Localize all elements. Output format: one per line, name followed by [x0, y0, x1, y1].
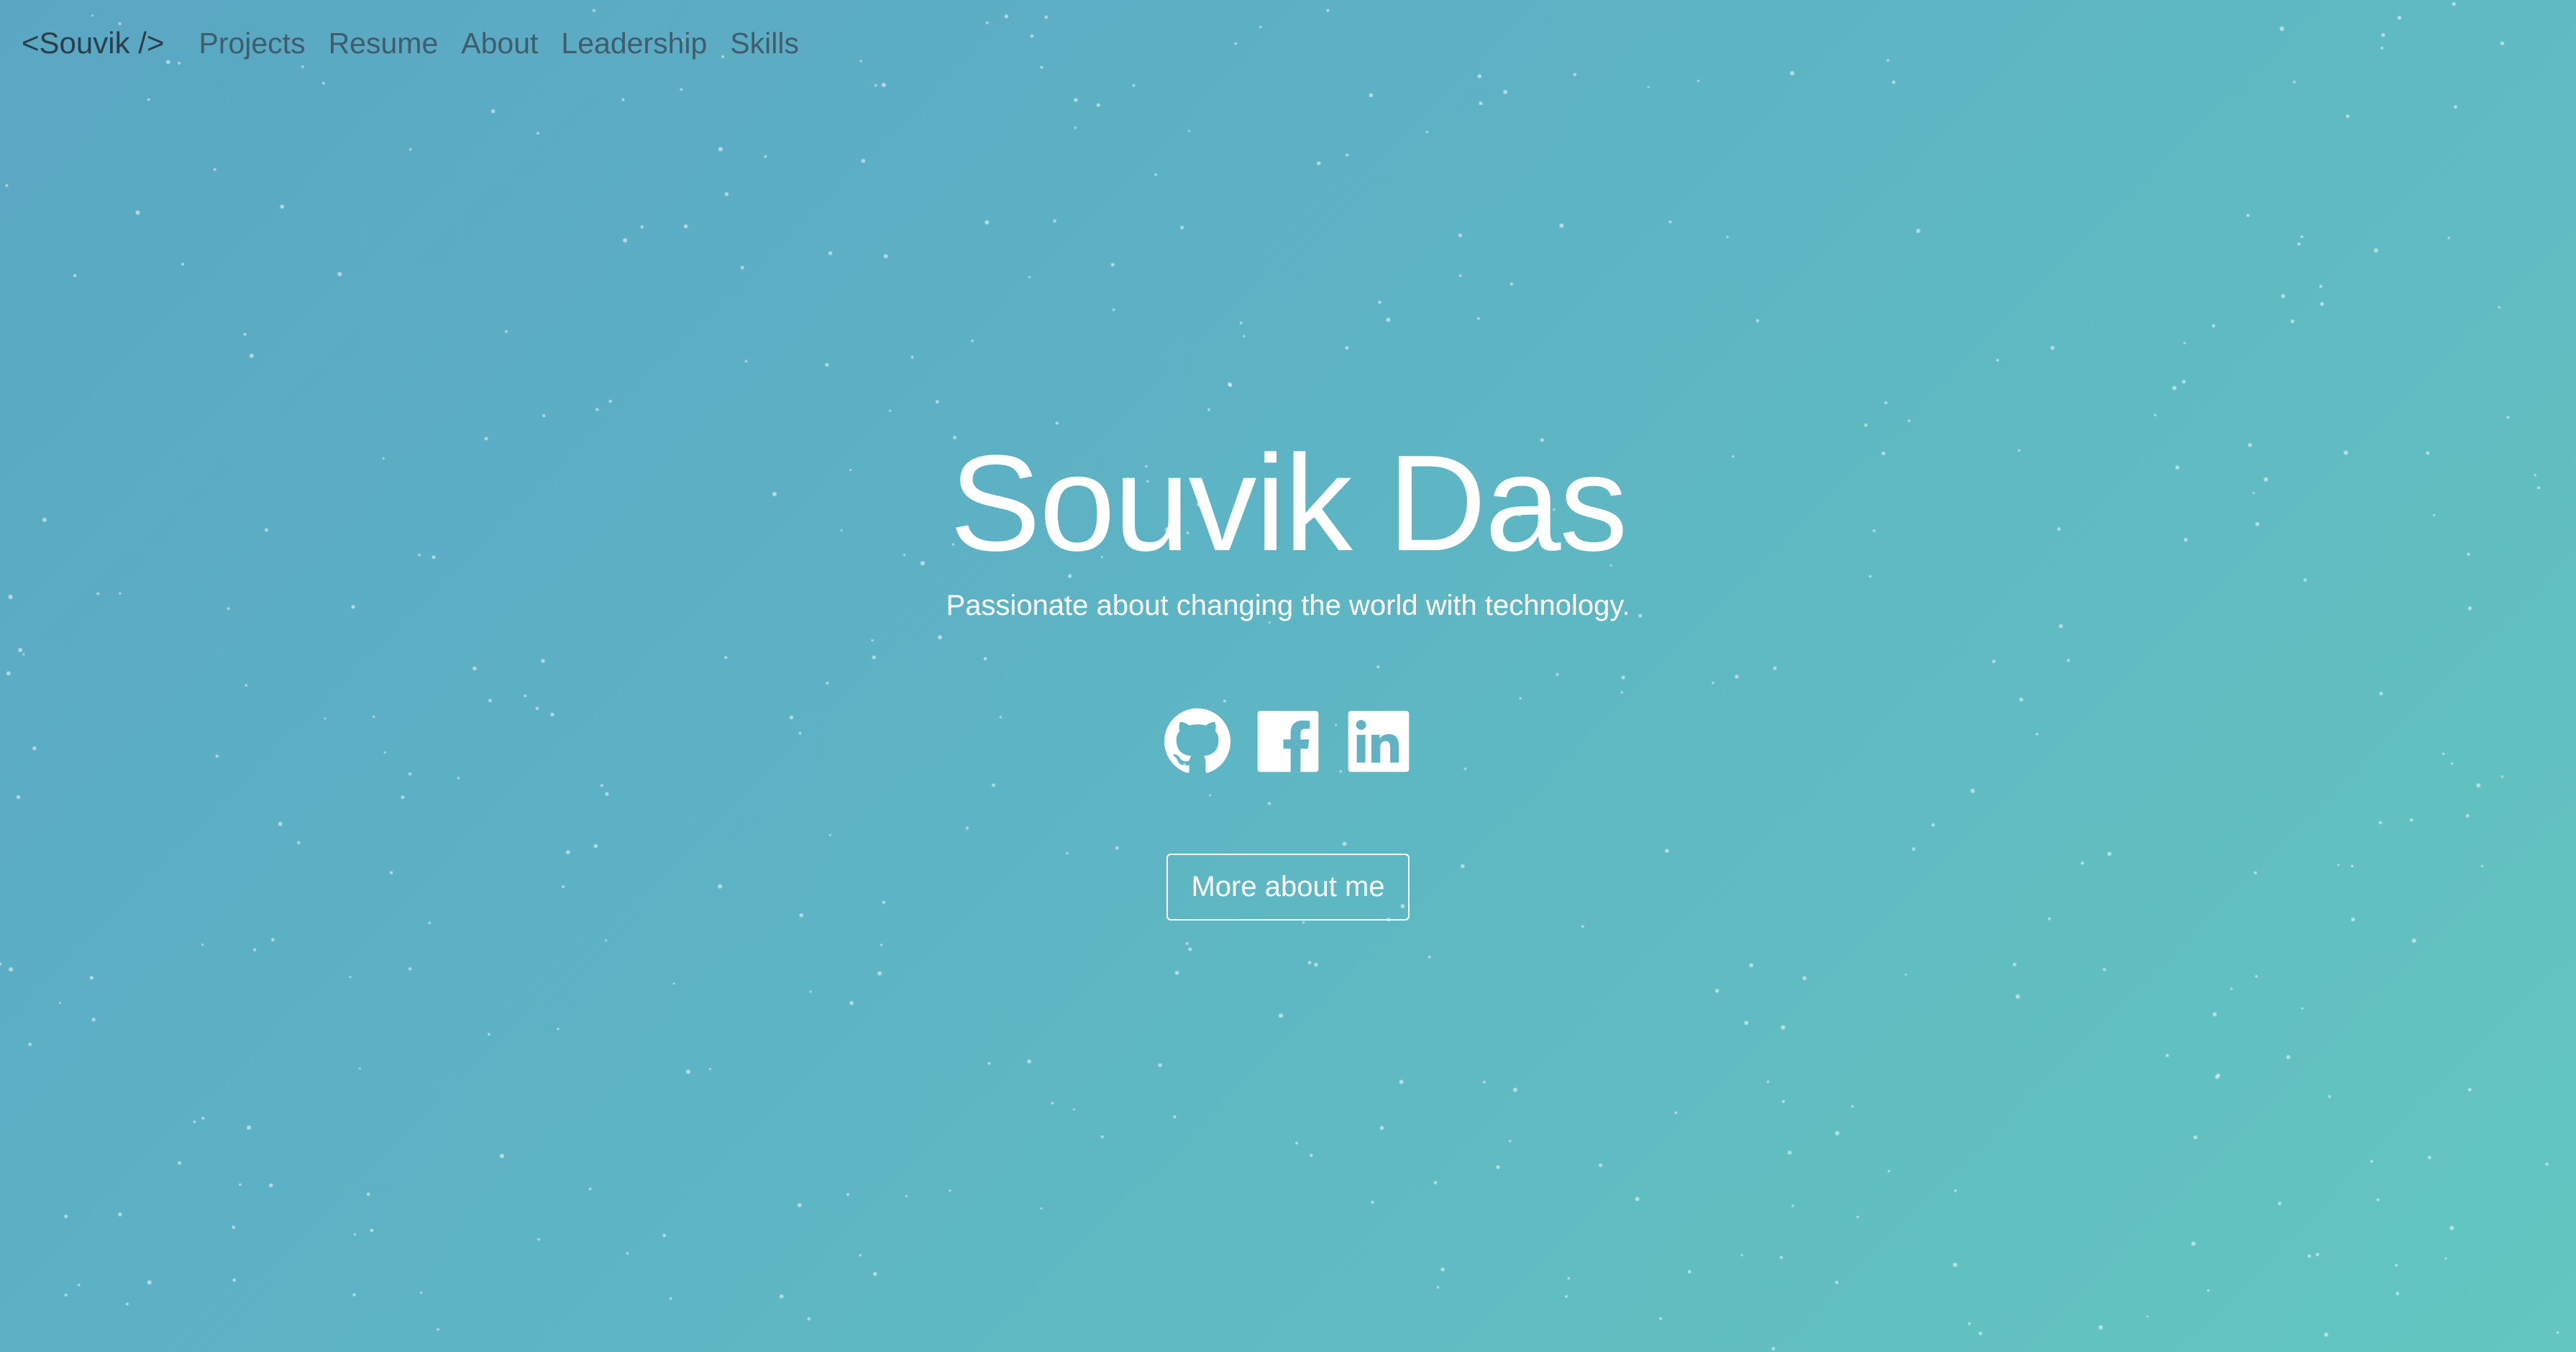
linkedin-icon	[1348, 711, 1410, 772]
hero-subtitle: Passionate about changing the world with…	[946, 590, 1630, 621]
facebook-link[interactable]	[1255, 708, 1321, 775]
more-about-me-button[interactable]: More about me	[1166, 854, 1410, 921]
facebook-icon	[1257, 711, 1319, 772]
hero-title: Souvik Das	[949, 427, 1628, 580]
social-links	[1164, 708, 1412, 775]
linkedin-link[interactable]	[1346, 708, 1412, 775]
github-icon	[1164, 708, 1230, 773]
hero-section: Souvik Das Passionate about changing the…	[0, 0, 2576, 1352]
github-link[interactable]	[1164, 708, 1230, 775]
